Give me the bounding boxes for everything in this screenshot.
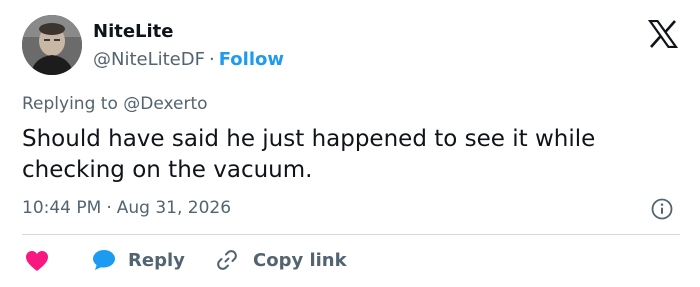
replying-to: Replying to @Dexerto bbox=[22, 94, 208, 114]
tweet-time: 10:44 PM bbox=[22, 198, 102, 218]
replying-prefix: Replying to bbox=[22, 94, 118, 114]
reply-mention-link[interactable]: @Dexerto bbox=[123, 94, 207, 114]
author-handle[interactable]: @NiteLiteDF bbox=[93, 49, 205, 70]
author-name[interactable]: NiteLite bbox=[93, 21, 174, 42]
heart-icon[interactable] bbox=[25, 250, 49, 272]
tweet-date: Aug 31, 2026 bbox=[116, 198, 232, 218]
tweet-card: NiteLite @NiteLiteDF · Follow Replying to … bbox=[0, 0, 700, 287]
link-icon bbox=[217, 250, 237, 270]
reply-bubble-icon bbox=[93, 250, 115, 270]
divider bbox=[22, 234, 680, 235]
tweet-text: Should have said he just happened to see… bbox=[22, 126, 596, 183]
x-logo-icon[interactable] bbox=[648, 20, 678, 48]
copy-link-button[interactable]: Copy link bbox=[215, 246, 347, 274]
info-icon[interactable] bbox=[651, 198, 673, 220]
separator-dot: · bbox=[208, 49, 215, 70]
follow-button[interactable]: Follow bbox=[219, 49, 284, 70]
reply-button[interactable]: Reply bbox=[92, 246, 185, 274]
reply-label: Reply bbox=[128, 249, 185, 271]
avatar-photo-icon bbox=[22, 15, 82, 75]
meta-separator: · bbox=[106, 198, 112, 218]
author-handle-row: @NiteLiteDF · Follow bbox=[93, 49, 284, 70]
tweet-timestamp[interactable]: 10:44 PM · Aug 31, 2026 bbox=[22, 198, 231, 218]
action-bar: Reply Copy link bbox=[22, 246, 682, 274]
copy-link-label: Copy link bbox=[253, 249, 347, 271]
avatar[interactable] bbox=[22, 15, 82, 75]
